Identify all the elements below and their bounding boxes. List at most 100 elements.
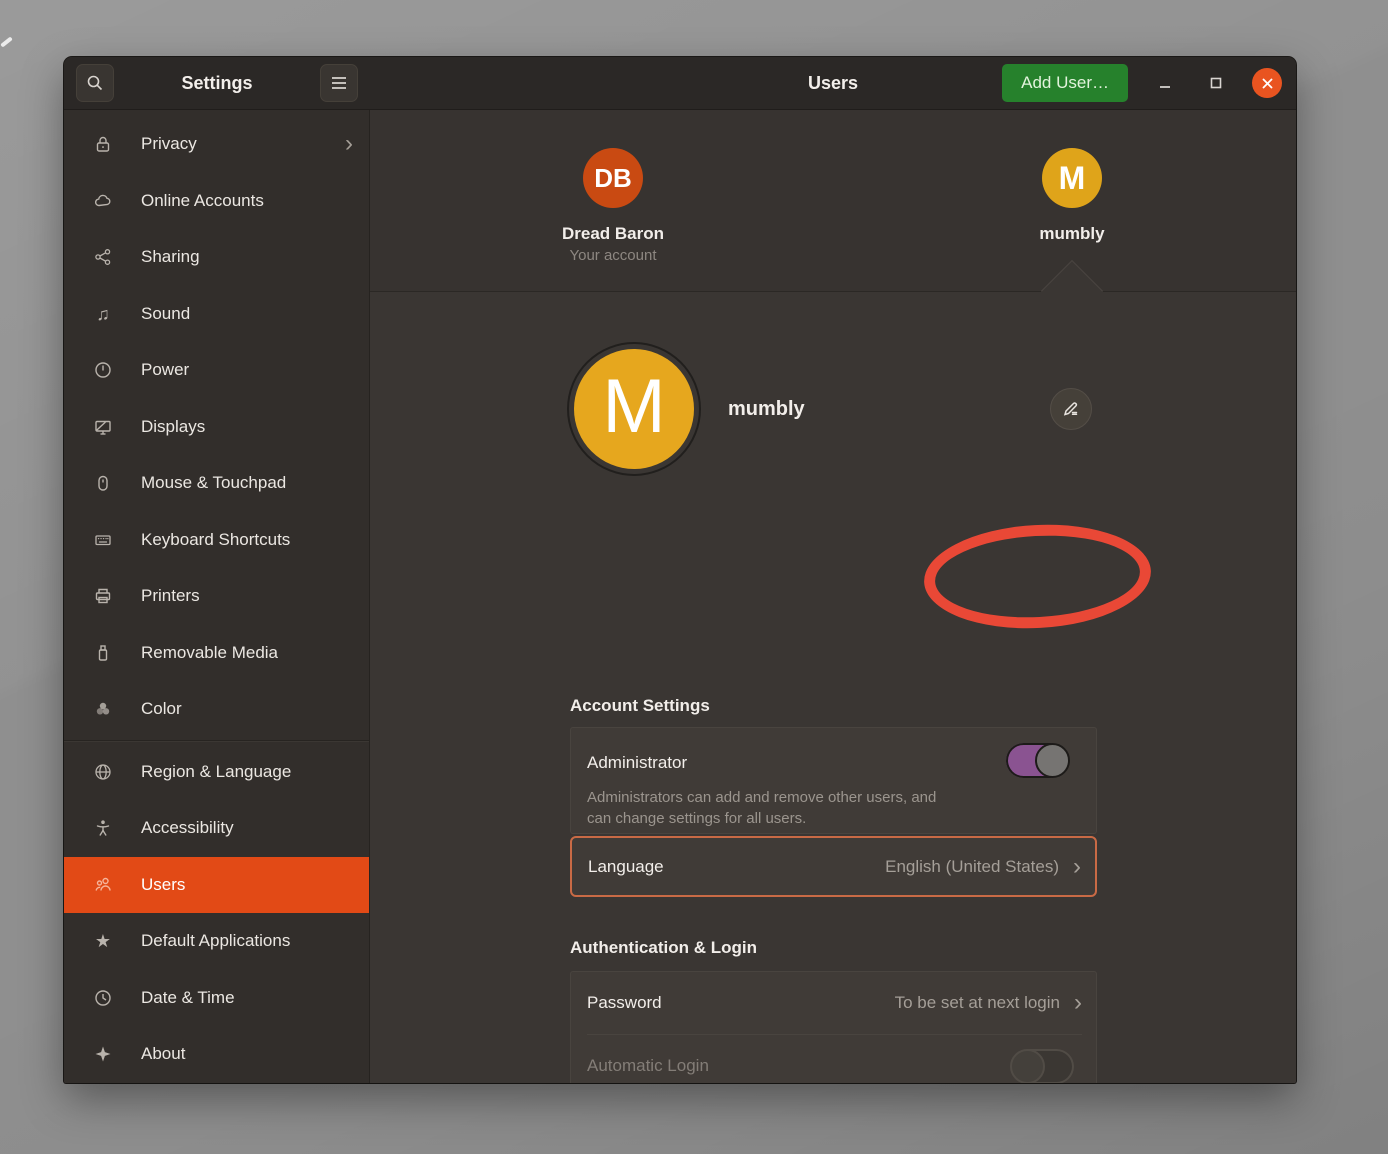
window-controls [1150,68,1282,98]
menu-button[interactable] [320,64,358,102]
sidebar-item-label: Sound [141,304,353,324]
user-detail: M mumbly Account Settings Administrator [570,291,1097,1083]
accessibility-icon [92,818,114,838]
color-circles-icon [92,699,114,719]
minimize-button[interactable] [1150,68,1180,98]
desktop-cursor-artifact [0,36,13,47]
printer-icon [92,586,114,606]
sidebar-item-label: About [141,1044,353,1064]
sidebar-item-label: Date & Time [141,988,353,1008]
chevron-right-icon: › [1073,855,1081,879]
usb-drive-icon [92,643,114,663]
toggle-knob [1010,1049,1045,1084]
sidebar-item-label: Mouse & Touchpad [141,473,353,493]
globe-icon [92,762,114,782]
avatar-ring: M [567,342,701,476]
pencil-icon [1061,399,1081,419]
sidebar-header: Settings [64,57,370,109]
sidebar-item-privacy[interactable]: Privacy › [64,116,369,173]
user-carousel: DB Dread Baron Your account M mumbly [370,110,1296,291]
sidebar-item-printers[interactable]: Printers [64,568,369,625]
language-label: Language [588,857,885,877]
auth-card: Password To be set at next login › Autom… [570,971,1097,1083]
automatic-login-toggle[interactable] [1012,1049,1074,1084]
chevron-right-icon: › [345,132,353,156]
your-account-label: Your account [569,247,656,264]
sidebar-item-sharing[interactable]: Sharing [64,229,369,286]
lock-icon [92,134,114,154]
search-icon [85,73,105,93]
sidebar-item-region-language[interactable]: Region & Language [64,744,369,801]
chevron-right-icon: › [1074,991,1082,1015]
user-name: mumbly [1039,224,1104,244]
display-icon [92,417,114,437]
sidebar-item-date-time[interactable]: Date & Time [64,970,369,1027]
carousel-separator [370,291,1296,292]
add-user-button[interactable]: Add User… [1002,64,1128,102]
sidebar-item-displays[interactable]: Displays [64,399,369,456]
sidebar-item-label: Default Applications [141,931,353,951]
automatic-login-label: Automatic Login [587,1056,1012,1076]
keyboard-icon [92,530,114,550]
sidebar-item-users[interactable]: Users [64,857,369,914]
maximize-button[interactable] [1201,68,1231,98]
star-icon: ★ [92,932,114,950]
sidebar-item-power[interactable]: Power [64,342,369,399]
language-row[interactable]: Language English (United States) › [570,836,1097,897]
users-icon [92,875,114,895]
sidebar-item-sound[interactable]: ♫ Sound [64,286,369,343]
password-value: To be set at next login [895,993,1060,1013]
sidebar-item-default-applications[interactable]: ★ Default Applications [64,913,369,970]
close-button[interactable] [1252,68,1282,98]
sidebar: Privacy › Online Accounts Sharing ♫ Soun… [64,110,370,1083]
administrator-row: Administrator Administrators can add and… [570,727,1097,834]
user-chip-mumbly[interactable]: M mumbly [1010,148,1134,244]
sidebar-item-online-accounts[interactable]: Online Accounts [64,173,369,230]
avatar: M [1042,148,1102,208]
sidebar-item-label: Displays [141,417,353,437]
clock-icon [92,988,114,1008]
user-chip-dread-baron[interactable]: DB Dread Baron Your account [551,148,675,264]
share-icon [92,247,114,267]
power-icon [92,360,114,380]
profile-avatar: M [574,349,694,469]
sidebar-item-label: Users [141,875,353,895]
sidebar-item-color[interactable]: Color [64,681,369,738]
sidebar-item-label: Online Accounts [141,191,353,211]
sidebar-item-label: Keyboard Shortcuts [141,530,353,550]
auth-login-heading: Authentication & Login [570,938,757,958]
main-header: Users Add User… [370,57,1296,109]
music-note-icon: ♫ [92,305,114,323]
sidebar-item-about[interactable]: About [64,1026,369,1083]
user-name: Dread Baron [562,224,664,244]
account-settings-heading: Account Settings [570,696,710,716]
profile-row: M mumbly [567,342,1097,476]
sidebar-item-label: Accessibility [141,818,353,838]
cloud-icon [92,191,114,211]
search-button[interactable] [76,64,114,102]
sidebar-item-removable-media[interactable]: Removable Media [64,625,369,682]
settings-window: Settings Users Add User… [64,57,1296,1083]
sidebar-separator [64,740,369,742]
password-label: Password [587,993,895,1013]
titlebar: Settings Users Add User… [64,57,1296,110]
sidebar-item-label: Color [141,699,353,719]
edit-name-button[interactable] [1050,388,1092,430]
sidebar-item-label: Power [141,360,353,380]
administrator-description: Administrators can add and remove other … [587,787,1080,829]
sidebar-item-label: Privacy [141,134,345,154]
language-value: English (United States) [885,857,1059,877]
sidebar-item-label: Removable Media [141,643,353,663]
toggle-knob [1035,743,1070,778]
sidebar-item-keyboard-shortcuts[interactable]: Keyboard Shortcuts [64,512,369,569]
automatic-login-row: Automatic Login [587,1034,1082,1083]
mouse-icon [92,473,114,493]
avatar: DB [583,148,643,208]
administrator-label: Administrator [587,753,687,773]
sidebar-item-label: Region & Language [141,762,353,782]
password-row[interactable]: Password To be set at next login › [587,972,1082,1034]
administrator-toggle[interactable] [1006,743,1068,778]
sidebar-item-mouse-touchpad[interactable]: Mouse & Touchpad [64,455,369,512]
sidebar-item-accessibility[interactable]: Accessibility [64,800,369,857]
sparkle-icon [92,1044,114,1064]
